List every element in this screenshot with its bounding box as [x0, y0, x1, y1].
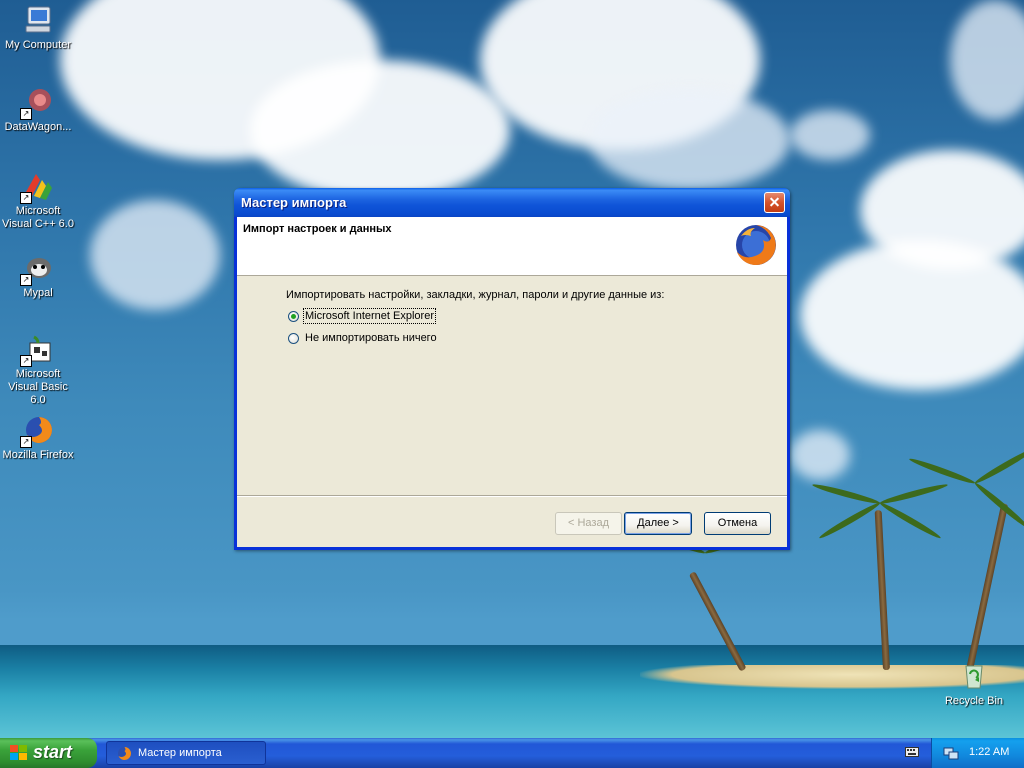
- shortcut-arrow-icon: ↗: [20, 274, 32, 286]
- desktop-icon-datawagon[interactable]: ↗ DataWagon...: [0, 86, 76, 134]
- import-wizard-dialog: Мастер импорта Импорт настроек и данных …: [234, 188, 790, 550]
- visual-cpp-icon: ↗: [20, 170, 54, 204]
- datawagon-icon: ↗: [20, 86, 54, 120]
- desktop-icon-recycle-bin[interactable]: Recycle Bin: [936, 660, 1012, 708]
- desktop-icon-label: Recycle Bin: [944, 695, 1004, 707]
- palm-frond: [811, 481, 881, 506]
- taskbar-button-import-wizard[interactable]: Мастер импорта: [106, 741, 266, 765]
- shortcut-arrow-icon: ↗: [20, 108, 32, 120]
- divider: [237, 495, 787, 497]
- radio-button[interactable]: [288, 332, 299, 344]
- radio-option-label: Не импортировать ничего: [305, 332, 437, 344]
- start-label: start: [33, 742, 73, 762]
- sea: [0, 645, 1024, 738]
- keyboard-layout-icon[interactable]: [905, 746, 919, 758]
- mypal-icon: ↗: [20, 252, 54, 286]
- palm-frond: [879, 481, 949, 506]
- desktop-icon-mypal[interactable]: ↗ Mypal: [0, 252, 76, 300]
- desktop-icon-label: My Computer: [4, 39, 72, 51]
- back-button[interactable]: < Назад: [555, 512, 622, 535]
- desktop-icon-label: Microsoft Visual C++ 6.0: [2, 205, 74, 230]
- radio-option-label: Microsoft Internet Explorer: [303, 308, 436, 324]
- desktop-icon-label: Microsoft Visual Basic 6.0: [8, 368, 68, 406]
- desktop-icon-firefox[interactable]: ↗ Mozilla Firefox: [0, 414, 76, 462]
- windows-logo-icon: [10, 745, 28, 761]
- shortcut-arrow-icon: ↗: [20, 436, 32, 448]
- firefox-logo-icon: [733, 222, 779, 268]
- shortcut-arrow-icon: ↗: [20, 192, 32, 204]
- start-button[interactable]: start: [0, 738, 97, 768]
- taskbar: start Мастер импорта 1:22 AM: [0, 738, 1024, 768]
- radio-button-selected[interactable]: [288, 310, 299, 322]
- wizard-header: Импорт настроек и данных: [237, 217, 787, 276]
- cloud: [590, 90, 790, 190]
- close-button[interactable]: [764, 192, 785, 213]
- cloud: [90, 200, 220, 310]
- cancel-button[interactable]: Отмена: [704, 512, 771, 535]
- page-title: Импорт настроек и данных: [243, 223, 392, 235]
- firefox-icon: ↗: [20, 414, 54, 448]
- radio-option-internet-explorer[interactable]: Microsoft Internet Explorer: [288, 308, 436, 324]
- cloud: [790, 430, 850, 480]
- next-button[interactable]: Далее >: [624, 512, 692, 535]
- import-prompt: Импортировать настройки, закладки, журна…: [286, 289, 665, 301]
- visual-basic-icon: ↗: [20, 333, 54, 367]
- palm-frond: [973, 445, 1024, 486]
- taskbar-button-label: Мастер импорта: [138, 747, 222, 759]
- desktop-icon-label: Mozilla Firefox: [2, 449, 74, 461]
- desktop-icon-visual-cpp[interactable]: ↗ Microsoft Visual C++ 6.0: [0, 170, 76, 231]
- desktop-icon-my-computer[interactable]: My Computer: [0, 4, 76, 52]
- palm-frond: [908, 456, 977, 486]
- clock[interactable]: 1:22 AM: [969, 746, 1009, 758]
- palm-frond: [878, 500, 943, 541]
- desktop-icon-visual-basic[interactable]: ↗ Microsoft Visual Basic 6.0: [0, 333, 76, 407]
- window-title: Мастер импорта: [241, 195, 347, 210]
- dialog-body: Импорт настроек и данных Импортировать н…: [237, 217, 787, 547]
- firefox-icon: [117, 746, 132, 761]
- desktop-icon-label: DataWagon...: [4, 121, 72, 133]
- my-computer-icon: [22, 4, 54, 36]
- cloud: [800, 240, 1024, 390]
- radio-option-import-nothing[interactable]: Не импортировать ничего: [288, 332, 437, 344]
- desktop-icon-label: Mypal: [23, 287, 53, 299]
- recycle-bin-icon: [958, 660, 990, 692]
- system-tray: 1:22 AM: [931, 738, 1024, 768]
- shortcut-arrow-icon: ↗: [20, 355, 32, 367]
- palm-frond: [817, 500, 882, 541]
- cloud: [250, 60, 510, 200]
- title-bar[interactable]: Мастер импорта: [234, 188, 790, 217]
- cloud: [790, 110, 870, 160]
- cloud: [950, 0, 1024, 120]
- network-icon[interactable]: [943, 745, 959, 761]
